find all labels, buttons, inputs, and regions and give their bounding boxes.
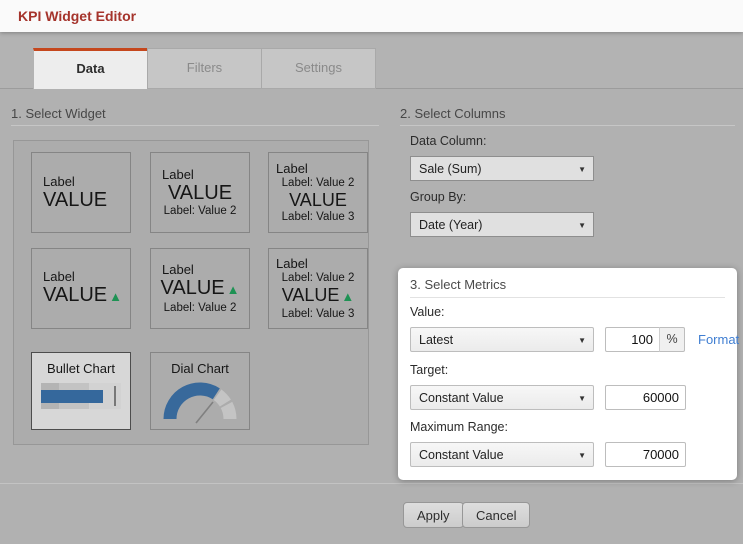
target-label: Target: bbox=[410, 363, 449, 377]
value-method-select[interactable]: Latest ▼ bbox=[410, 327, 594, 352]
tile-subvalue: Label: Value 3 bbox=[281, 211, 355, 223]
trend-up-icon: ▲ bbox=[226, 282, 240, 297]
tile-subvalue: Label: Value 2 bbox=[281, 177, 355, 189]
divider bbox=[0, 483, 743, 484]
chevron-down-icon: ▼ bbox=[578, 336, 586, 345]
tile-value: VALUE ▲ bbox=[281, 285, 355, 305]
tab-bar: Data Filters Settings bbox=[33, 48, 376, 89]
bullet-chart-icon bbox=[41, 383, 121, 409]
tile-label: Label bbox=[162, 167, 194, 182]
tile-subvalue: Label: Value 2 bbox=[163, 205, 237, 217]
widget-tile-value-two-subs[interactable]: Label Label: Value 2 VALUE Label: Value … bbox=[268, 152, 368, 233]
tile-value: VALUE bbox=[167, 182, 233, 204]
trend-up-icon: ▲ bbox=[109, 289, 122, 304]
tile-subvalue: Label: Value 3 bbox=[281, 308, 355, 320]
dial-chart-icon bbox=[163, 382, 237, 424]
section-select-metrics-title: 3. Select Metrics bbox=[410, 277, 507, 292]
tile-label: Dial Chart bbox=[171, 361, 229, 376]
maximum-range-method-select[interactable]: Constant Value ▼ bbox=[410, 442, 594, 467]
tile-value: VALUE ▲ bbox=[43, 284, 122, 306]
dialog-header: KPI Widget Editor bbox=[0, 0, 743, 32]
format-link[interactable]: Format bbox=[698, 332, 739, 347]
percent-suffix: % bbox=[659, 327, 685, 352]
widget-picker: Label VALUE Label VALUE Label: Value 2 L… bbox=[13, 140, 369, 445]
tile-value: VALUE bbox=[43, 189, 108, 211]
widget-tile-label-value[interactable]: Label VALUE bbox=[31, 152, 131, 233]
data-column-select[interactable]: Sale (Sum) ▼ bbox=[410, 156, 594, 181]
tab-settings[interactable]: Settings bbox=[261, 48, 376, 89]
chevron-down-icon: ▼ bbox=[578, 165, 586, 174]
tile-label: Label bbox=[162, 262, 194, 277]
value-label: Value: bbox=[410, 305, 445, 319]
tile-subvalue: Label: Value 2 bbox=[163, 302, 237, 314]
value-amount-input[interactable] bbox=[605, 327, 660, 352]
trend-up-icon: ▲ bbox=[341, 289, 355, 304]
tab-strip: Data Filters Settings bbox=[0, 32, 743, 89]
widget-tile-dial-chart[interactable]: Dial Chart bbox=[150, 352, 250, 430]
widget-tile-value-trend-two-subs[interactable]: Label Label: Value 2 VALUE ▲ Label: Value… bbox=[268, 248, 368, 329]
maximum-range-label: Maximum Range: bbox=[410, 420, 508, 434]
group-by-label: Group By: bbox=[410, 190, 467, 204]
target-amount-input[interactable] bbox=[605, 385, 686, 410]
widget-tile-value-sub[interactable]: Label VALUE Label: Value 2 bbox=[150, 152, 250, 233]
target-method-select[interactable]: Constant Value ▼ bbox=[410, 385, 594, 410]
kpi-widget-editor-dialog: KPI Widget Editor Data Filters Settings … bbox=[0, 0, 743, 544]
divider bbox=[11, 125, 379, 126]
cancel-button[interactable]: Cancel bbox=[462, 502, 531, 528]
tile-subvalue: Label: Value 2 bbox=[281, 272, 355, 284]
widget-tile-value-trend-sub[interactable]: Label VALUE ▲ Label: Value 2 bbox=[150, 248, 250, 329]
dialog-title: KPI Widget Editor bbox=[18, 8, 137, 24]
chevron-down-icon: ▼ bbox=[578, 451, 586, 460]
section-select-widget-title: 1. Select Widget bbox=[11, 106, 106, 121]
tile-label: Label bbox=[43, 174, 75, 189]
divider bbox=[410, 297, 725, 298]
tab-filters[interactable]: Filters bbox=[147, 48, 262, 89]
widget-tile-bullet-chart[interactable]: Bullet Chart bbox=[31, 352, 131, 430]
section-select-columns-title: 2. Select Columns bbox=[400, 106, 506, 121]
tile-label: Bullet Chart bbox=[47, 361, 115, 376]
tile-value: VALUE ▲ bbox=[160, 277, 240, 299]
tile-label: Label bbox=[276, 161, 308, 176]
data-column-label: Data Column: bbox=[410, 134, 487, 148]
select-metrics-panel: 3. Select Metrics Value: Latest ▼ % Form… bbox=[398, 268, 739, 480]
tab-data[interactable]: Data bbox=[33, 48, 148, 89]
apply-button[interactable]: Apply bbox=[403, 502, 464, 528]
chevron-down-icon: ▼ bbox=[578, 221, 586, 230]
tile-value: VALUE bbox=[289, 190, 347, 210]
group-by-select[interactable]: Date (Year) ▼ bbox=[410, 212, 594, 237]
divider bbox=[400, 125, 735, 126]
tile-label: Label bbox=[276, 256, 308, 271]
chevron-down-icon: ▼ bbox=[578, 394, 586, 403]
tile-label: Label bbox=[43, 269, 75, 284]
widget-tile-label-value-trend[interactable]: Label VALUE ▲ bbox=[31, 248, 131, 329]
maximum-range-amount-input[interactable] bbox=[605, 442, 686, 467]
